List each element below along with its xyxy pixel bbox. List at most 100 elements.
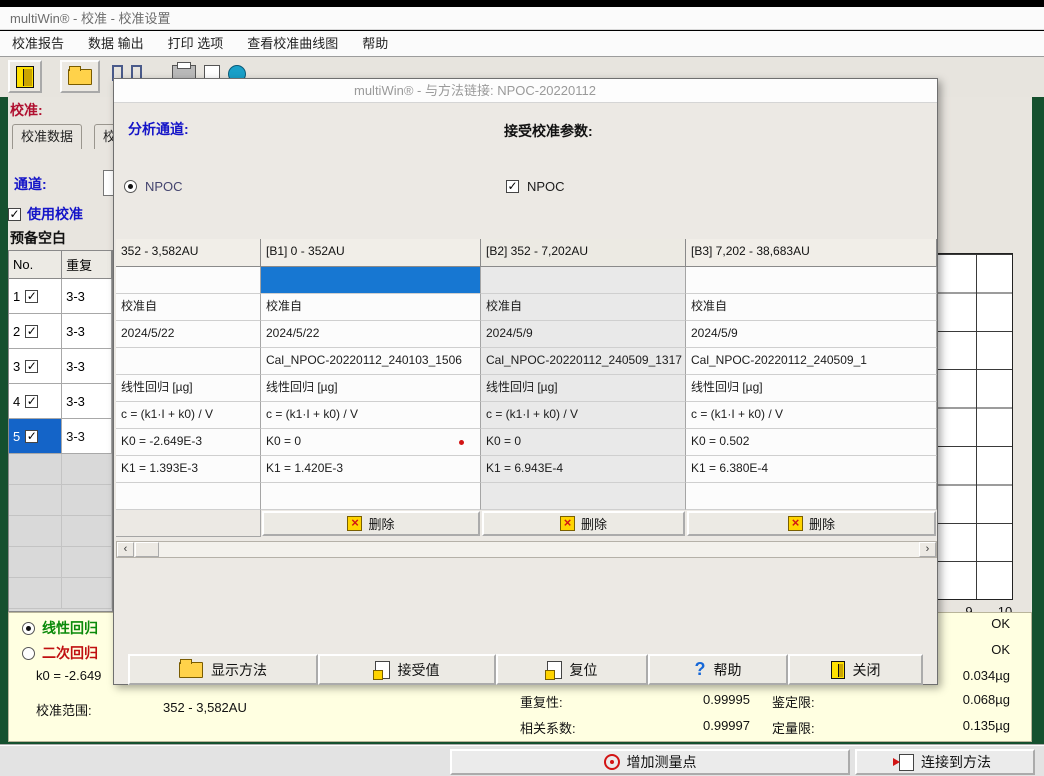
row-rep: 3-3: [62, 419, 112, 454]
delete-button-b3[interactable]: × 删除: [687, 511, 936, 536]
param-cell[interactable]: 校准自: [686, 294, 937, 321]
param-cell[interactable]: 线性回归 [µg]: [261, 375, 481, 402]
param-cell[interactable]: K1 = 6.943E-4: [481, 456, 686, 483]
reset-button[interactable]: 复位: [496, 654, 648, 685]
window-title: multiWin® - 校准 - 校准设置: [0, 7, 1044, 30]
param-cell-selected[interactable]: [261, 267, 481, 294]
menu-print-options[interactable]: 打印 选项: [156, 32, 236, 56]
param-cell[interactable]: c = (k1·I + k0) / V: [116, 402, 261, 429]
status-ok-2: OK: [940, 642, 1010, 657]
linear-radio[interactable]: [22, 622, 35, 635]
npoc-checkbox-option[interactable]: ✓ NPOC: [506, 179, 565, 194]
add-measurement-point-button[interactable]: 增加测量点: [450, 749, 850, 775]
row-checkbox[interactable]: ✓: [25, 430, 38, 443]
param-cell[interactable]: 2024/5/9: [481, 321, 686, 348]
column-header: [B2] 352 - 7,202AU: [481, 239, 686, 267]
param-cell[interactable]: K0 = 0.502: [686, 429, 937, 456]
show-method-button[interactable]: 显示方法: [128, 654, 318, 685]
close-button[interactable]: 关闭: [788, 654, 923, 685]
use-calibration-checkbox[interactable]: ✓: [8, 208, 21, 221]
param-cell[interactable]: K0 = 0: [261, 429, 481, 456]
toolbar-exit-button[interactable]: [8, 60, 42, 93]
reset-label: 复位: [570, 660, 598, 680]
use-calibration-label: 使用校准: [27, 204, 83, 224]
npoc-checkbox[interactable]: ✓: [506, 180, 519, 193]
param-cell[interactable]: K0 = 0: [481, 429, 686, 456]
param-cell[interactable]: 2024/5/22: [116, 321, 261, 348]
param-cell[interactable]: K0 = -2.649E-3: [116, 429, 261, 456]
param-cell[interactable]: Cal_NPOC-20220112_240509_1317: [481, 348, 686, 375]
npoc-radio-label: NPOC: [145, 179, 183, 194]
npoc-radio[interactable]: [124, 180, 137, 193]
param-cell[interactable]: 线性回归 [µg]: [481, 375, 686, 402]
linear-regression-option[interactable]: 线性回归: [22, 618, 98, 638]
param-cell[interactable]: [116, 267, 261, 294]
menu-calibration-report[interactable]: 校准报告: [0, 32, 76, 56]
repeatability-label: 重复性:: [520, 692, 563, 711]
sample-table-header: No. 重复: [9, 251, 112, 279]
help-button[interactable]: ? 帮助: [648, 654, 788, 685]
chevron-right-icon[interactable]: ›: [919, 542, 936, 557]
row-checkbox[interactable]: ✓: [25, 395, 38, 408]
row-no: 5: [13, 429, 20, 444]
param-cell[interactable]: [686, 267, 937, 294]
param-cell[interactable]: Cal_NPOC-20220112_240103_1506: [261, 348, 481, 375]
accept-values-button[interactable]: 接受值: [318, 654, 496, 685]
param-cell[interactable]: c = (k1·I + k0) / V: [686, 402, 937, 429]
toolbar-open-button[interactable]: [60, 60, 100, 93]
param-cell[interactable]: Cal_NPOC-20220112_240509_1: [686, 348, 937, 375]
param-cell[interactable]: [116, 348, 261, 375]
row-rep: 3-3: [62, 349, 112, 384]
link-to-method-button[interactable]: 连接到方法: [855, 749, 1035, 775]
quadratic-regression-option[interactable]: 二次回归: [22, 643, 98, 663]
menu-help[interactable]: 帮助: [350, 32, 400, 56]
chevron-left-icon[interactable]: ‹: [117, 542, 134, 557]
table-row-selected[interactable]: 5 ✓ 3-3: [9, 419, 112, 454]
table-row[interactable]: 2✓ 3-3: [9, 314, 112, 349]
delete-button-b2[interactable]: × 删除: [482, 511, 685, 536]
quadratic-radio[interactable]: [22, 647, 35, 660]
row-checkbox[interactable]: ✓: [25, 325, 38, 338]
param-cell[interactable]: c = (k1·I + k0) / V: [261, 402, 481, 429]
param-column-b2: [B2] 352 - 7,202AU 校准自 2024/5/9 Cal_NPOC…: [481, 239, 686, 537]
row-no: 4: [13, 394, 20, 409]
param-cell[interactable]: [116, 483, 261, 510]
param-cell[interactable]: 校准自: [481, 294, 686, 321]
param-cell[interactable]: 线性回归 [µg]: [116, 375, 261, 402]
param-cell[interactable]: K1 = 1.420E-3: [261, 456, 481, 483]
param-cell[interactable]: 2024/5/9: [686, 321, 937, 348]
param-cell[interactable]: [481, 483, 686, 510]
param-cell[interactable]: [261, 483, 481, 510]
param-cell[interactable]: 校准自: [261, 294, 481, 321]
range-label: 校准范围:: [36, 700, 92, 719]
row-checkbox[interactable]: ✓: [25, 290, 38, 303]
param-cell[interactable]: c = (k1·I + k0) / V: [481, 402, 686, 429]
status-ok-1: OK: [940, 616, 1010, 631]
table-row[interactable]: 4✓ 3-3: [9, 384, 112, 419]
calibration-parameter-table: 352 - 3,582AU 校准自 2024/5/22 线性回归 [µg] c …: [116, 239, 937, 537]
help-label: 帮助: [714, 660, 742, 680]
table-row-empty: [9, 454, 112, 485]
param-cell[interactable]: 2024/5/22: [261, 321, 481, 348]
scrollbar-thumb[interactable]: [135, 542, 159, 557]
row-checkbox[interactable]: ✓: [25, 360, 38, 373]
table-hscrollbar[interactable]: ‹ ›: [116, 541, 937, 558]
param-column-b1: [B1] 0 - 352AU 校准自 2024/5/22 Cal_NPOC-20…: [261, 239, 481, 537]
param-cell[interactable]: K1 = 1.393E-3: [116, 456, 261, 483]
param-cell[interactable]: K1 = 6.380E-4: [686, 456, 937, 483]
delete-cell: × 删除: [481, 510, 686, 537]
row-no: 3: [13, 359, 20, 374]
npoc-radio-option[interactable]: NPOC: [124, 179, 183, 194]
quadratic-label: 二次回归: [42, 643, 98, 663]
link-method-label: 连接到方法: [921, 752, 991, 772]
menu-view-calibration-curve[interactable]: 查看校准曲线图: [235, 32, 350, 56]
table-row[interactable]: 3 ✓ 3-3: [9, 349, 112, 384]
param-cell[interactable]: [481, 267, 686, 294]
param-cell[interactable]: 校准自: [116, 294, 261, 321]
tab-calibration-data[interactable]: 校准数据: [12, 124, 82, 149]
delete-button-b1[interactable]: × 删除: [262, 511, 480, 536]
table-row[interactable]: 1✓ 3-3: [9, 279, 112, 314]
menu-data-output[interactable]: 数据 输出: [76, 32, 156, 56]
param-cell[interactable]: 线性回归 [µg]: [686, 375, 937, 402]
param-cell[interactable]: [686, 483, 937, 510]
